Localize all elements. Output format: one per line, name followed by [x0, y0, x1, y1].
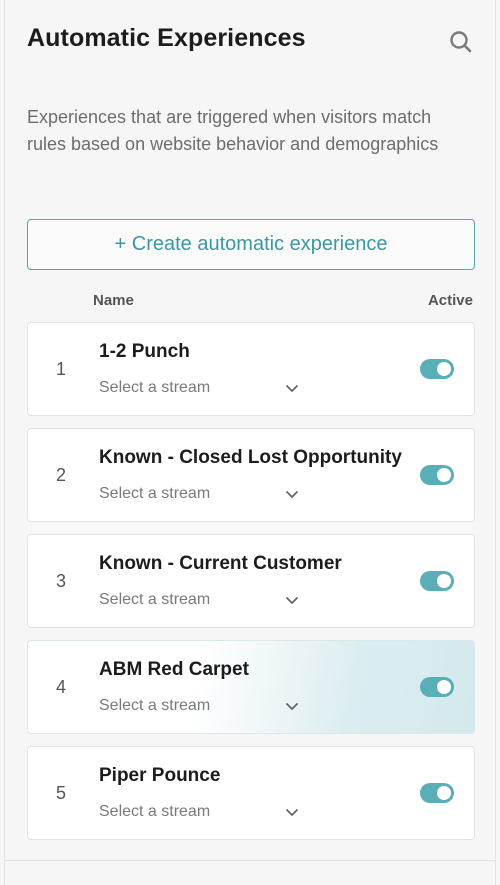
experience-row[interactable]: 3 Known - Current Customer Select a stre…	[27, 534, 475, 628]
search-button[interactable]	[447, 28, 475, 56]
active-toggle[interactable]	[420, 359, 454, 379]
experience-name[interactable]: Known - Closed Lost Opportunity	[99, 447, 402, 469]
stream-select-placeholder: Select a stream	[99, 379, 211, 396]
stream-select-placeholder: Select a stream	[99, 803, 211, 820]
chevron-down-icon	[286, 597, 298, 604]
panel-description: Experiences that are triggered when visi…	[27, 107, 439, 154]
experience-row[interactable]: 4 ABM Red Carpet Select a stream	[27, 640, 475, 734]
create-automatic-experience-button[interactable]: + Create automatic experience	[27, 219, 475, 270]
panel-header: Automatic Experiences	[27, 22, 475, 62]
chevron-down-icon	[286, 491, 298, 498]
experience-list: 1 1-2 Punch Select a stream 2 Known - Cl…	[27, 322, 475, 852]
toggle-knob	[437, 574, 451, 588]
experience-row[interactable]: 1 1-2 Punch Select a stream	[27, 322, 475, 416]
chevron-down-icon	[286, 385, 298, 392]
chevron-down-icon	[286, 809, 298, 816]
row-index: 2	[56, 465, 67, 485]
stream-select-placeholder: Select a stream	[99, 485, 211, 502]
experience-name[interactable]: Known - Current Customer	[99, 553, 342, 575]
experience-name[interactable]: 1-2 Punch	[99, 341, 190, 363]
search-icon	[450, 31, 472, 53]
toggle-knob	[437, 468, 451, 482]
active-toggle[interactable]	[420, 783, 454, 803]
experience-row[interactable]: 2 Known - Closed Lost Opportunity Select…	[27, 428, 475, 522]
row-index: 1	[56, 359, 67, 379]
chevron-down-icon	[286, 703, 298, 710]
stream-select-placeholder: Select a stream	[99, 697, 211, 714]
stream-select[interactable]: Select a stream	[99, 484, 304, 508]
stream-select-placeholder: Select a stream	[99, 591, 211, 608]
toggle-knob	[437, 786, 451, 800]
row-index: 5	[56, 783, 67, 803]
active-toggle[interactable]	[420, 465, 454, 485]
stream-select[interactable]: Select a stream	[99, 590, 304, 614]
row-index: 3	[56, 571, 67, 591]
experience-name[interactable]: Piper Pounce	[99, 765, 220, 787]
column-header-active: Active	[427, 292, 473, 309]
toggle-knob	[437, 362, 451, 376]
active-toggle[interactable]	[420, 571, 454, 591]
row-index: 4	[56, 677, 67, 697]
automatic-experiences-panel: Automatic Experiences Experiences that a…	[4, 0, 496, 885]
stream-select[interactable]: Select a stream	[99, 696, 304, 720]
divider	[5, 860, 495, 861]
column-header-name: Name	[93, 292, 134, 309]
toggle-knob	[437, 680, 451, 694]
experience-row[interactable]: 5 Piper Pounce Select a stream	[27, 746, 475, 840]
active-toggle[interactable]	[420, 677, 454, 697]
stream-select[interactable]: Select a stream	[99, 802, 304, 826]
stream-select[interactable]: Select a stream	[99, 378, 304, 402]
experience-name[interactable]: ABM Red Carpet	[99, 659, 249, 681]
page-title: Automatic Experiences	[27, 24, 306, 52]
